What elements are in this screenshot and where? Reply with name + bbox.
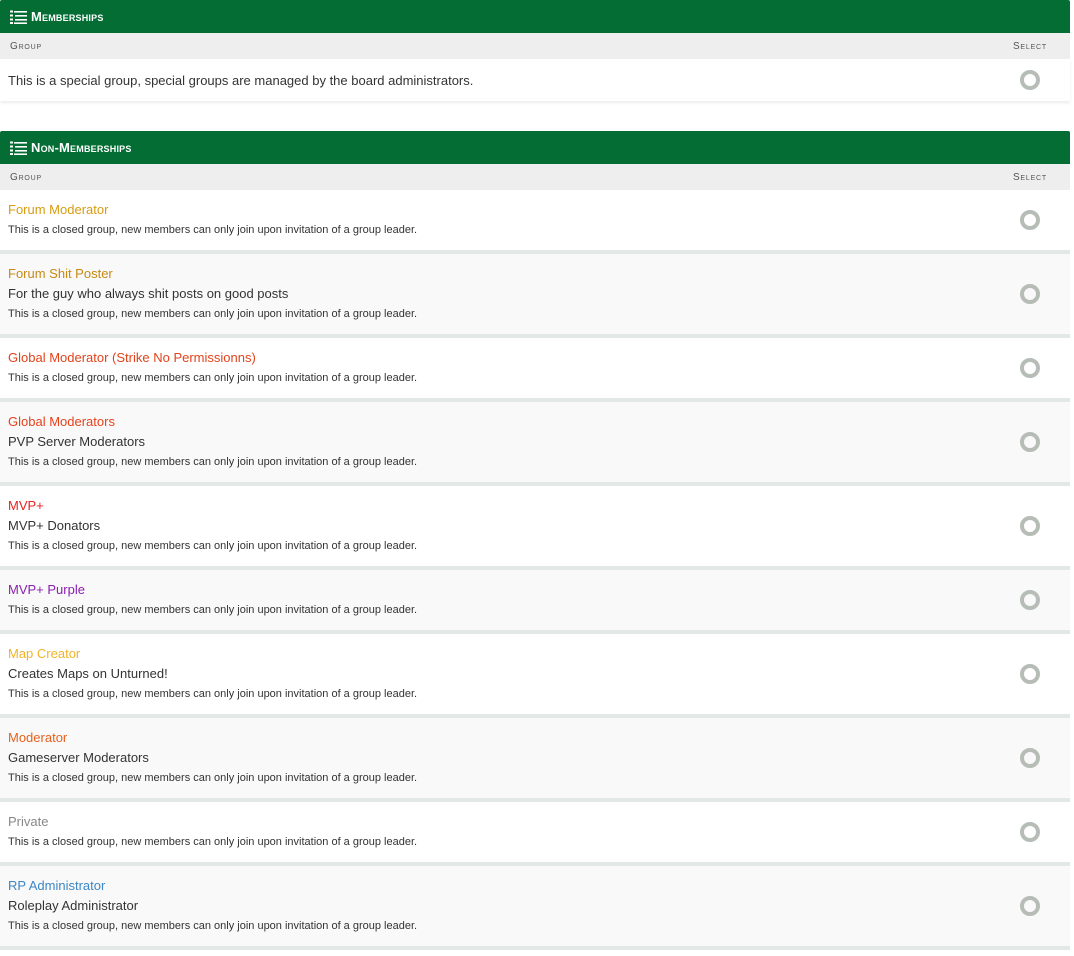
group-join-note: This is a closed group, new members can … xyxy=(8,688,418,700)
radio-button-icon[interactable] xyxy=(1020,284,1040,304)
group-text: Forum Moderator This is a closed group, n… xyxy=(8,200,417,240)
group-name-link[interactable]: Global Moderators xyxy=(8,412,417,432)
group-description: Roleplay Administrator xyxy=(8,898,139,913)
group-row: Forum Shit Poster For the guy who always … xyxy=(0,254,1070,338)
group-join-note: This is a closed group, new members can … xyxy=(8,224,418,236)
group-name-link[interactable]: Map Creator xyxy=(8,644,417,664)
group-text: Global Moderators PVP Server Moderators Th… xyxy=(8,412,417,472)
group-row: MVP+ MVP+ Donators This is a closed group,… xyxy=(0,486,1070,570)
group-text: Forum Shit Poster For the guy who always … xyxy=(8,264,417,324)
memberships-column-header: Group Select xyxy=(0,33,1070,59)
group-join-note: This is a closed group, new members can … xyxy=(8,372,418,384)
non-memberships-column-header: Group Select xyxy=(0,164,1070,190)
group-row: MVP+ Purple This is a closed group, new m… xyxy=(0,570,1070,634)
radio-button-icon[interactable] xyxy=(1020,664,1040,684)
group-name-link[interactable]: Forum Shit Poster xyxy=(8,264,417,284)
group-text: MVP+ Purple This is a closed group, new m… xyxy=(8,580,417,620)
group-list: Forum Moderator This is a closed group, n… xyxy=(0,190,1070,950)
group-row: Private This is a closed group, new membe… xyxy=(0,802,1070,866)
group-row: Moderator Gameserver Moderators This is a … xyxy=(0,718,1070,802)
non-memberships-title: Non-Memberships xyxy=(31,140,132,155)
non-memberships-panel: Non-Memberships Group Select Forum Moder… xyxy=(0,131,1070,950)
special-group-text: This is a special group, special groups … xyxy=(8,72,474,88)
group-row: RP Administrator Roleplay Administrator Th… xyxy=(0,866,1070,950)
radio-button-icon[interactable] xyxy=(1020,70,1040,90)
memberships-panel: Memberships Group Select This is a speci… xyxy=(0,0,1070,101)
group-description: Creates Maps on Unturned! xyxy=(8,666,168,681)
radio-button-icon[interactable] xyxy=(1020,822,1040,842)
group-name-link[interactable]: Global Moderator (Strike No Permissionns… xyxy=(8,348,417,368)
list-icon xyxy=(10,141,27,155)
radio-button-icon[interactable] xyxy=(1020,210,1040,230)
group-name-link[interactable]: Forum Moderator xyxy=(8,200,417,220)
group-row: Global Moderator (Strike No Permissionns… xyxy=(0,338,1070,402)
group-text: Map Creator Creates Maps on Unturned! This… xyxy=(8,644,417,704)
group-name-link[interactable]: MVP+ xyxy=(8,496,417,516)
group-row: Forum Moderator This is a closed group, n… xyxy=(0,190,1070,254)
group-join-note: This is a closed group, new members can … xyxy=(8,772,418,784)
radio-button-icon[interactable] xyxy=(1020,748,1040,768)
group-name-link[interactable]: Private xyxy=(8,812,417,832)
group-description: MVP+ Donators xyxy=(8,518,101,533)
group-name-link[interactable]: Moderator xyxy=(8,728,417,748)
column-select-label: Select xyxy=(1012,171,1047,183)
membership-row: This is a special group, special groups … xyxy=(0,59,1070,101)
group-join-note: This is a closed group, new members can … xyxy=(8,604,418,616)
group-text: Private This is a closed group, new membe… xyxy=(8,812,417,852)
radio-button-icon[interactable] xyxy=(1020,358,1040,378)
radio-button-icon[interactable] xyxy=(1020,896,1040,916)
group-name-link[interactable]: MVP+ Purple xyxy=(8,580,417,600)
radio-button-icon[interactable] xyxy=(1020,516,1040,536)
group-row: Global Moderators PVP Server Moderators Th… xyxy=(0,402,1070,486)
group-join-note: This is a closed group, new members can … xyxy=(8,540,418,552)
group-description: Gameserver Moderators xyxy=(8,750,149,765)
group-join-note: This is a closed group, new members can … xyxy=(8,920,418,932)
group-join-note: This is a closed group, new members can … xyxy=(8,836,418,848)
memberships-header: Memberships xyxy=(0,0,1070,33)
group-text: MVP+ MVP+ Donators This is a closed group,… xyxy=(8,496,417,556)
column-group-label: Group xyxy=(10,171,43,183)
group-text: Global Moderator (Strike No Permissionns… xyxy=(8,348,417,388)
group-join-note: This is a closed group, new members can … xyxy=(8,456,418,468)
non-memberships-header: Non-Memberships xyxy=(0,131,1070,164)
group-join-note: This is a closed group, new members can … xyxy=(8,308,418,320)
group-description: PVP Server Moderators xyxy=(8,434,146,449)
group-row: Map Creator Creates Maps on Unturned! This… xyxy=(0,634,1070,718)
group-name-link[interactable]: RP Administrator xyxy=(8,876,417,896)
radio-button-icon[interactable] xyxy=(1020,590,1040,610)
column-group-label: Group xyxy=(10,40,43,52)
group-description: For the guy who always shit posts on goo… xyxy=(8,286,289,301)
memberships-title: Memberships xyxy=(31,9,104,24)
radio-button-icon[interactable] xyxy=(1020,432,1040,452)
group-text: Moderator Gameserver Moderators This is a … xyxy=(8,728,417,788)
column-select-label: Select xyxy=(1012,40,1047,52)
list-icon xyxy=(10,10,27,24)
group-text: RP Administrator Roleplay Administrator Th… xyxy=(8,876,417,936)
